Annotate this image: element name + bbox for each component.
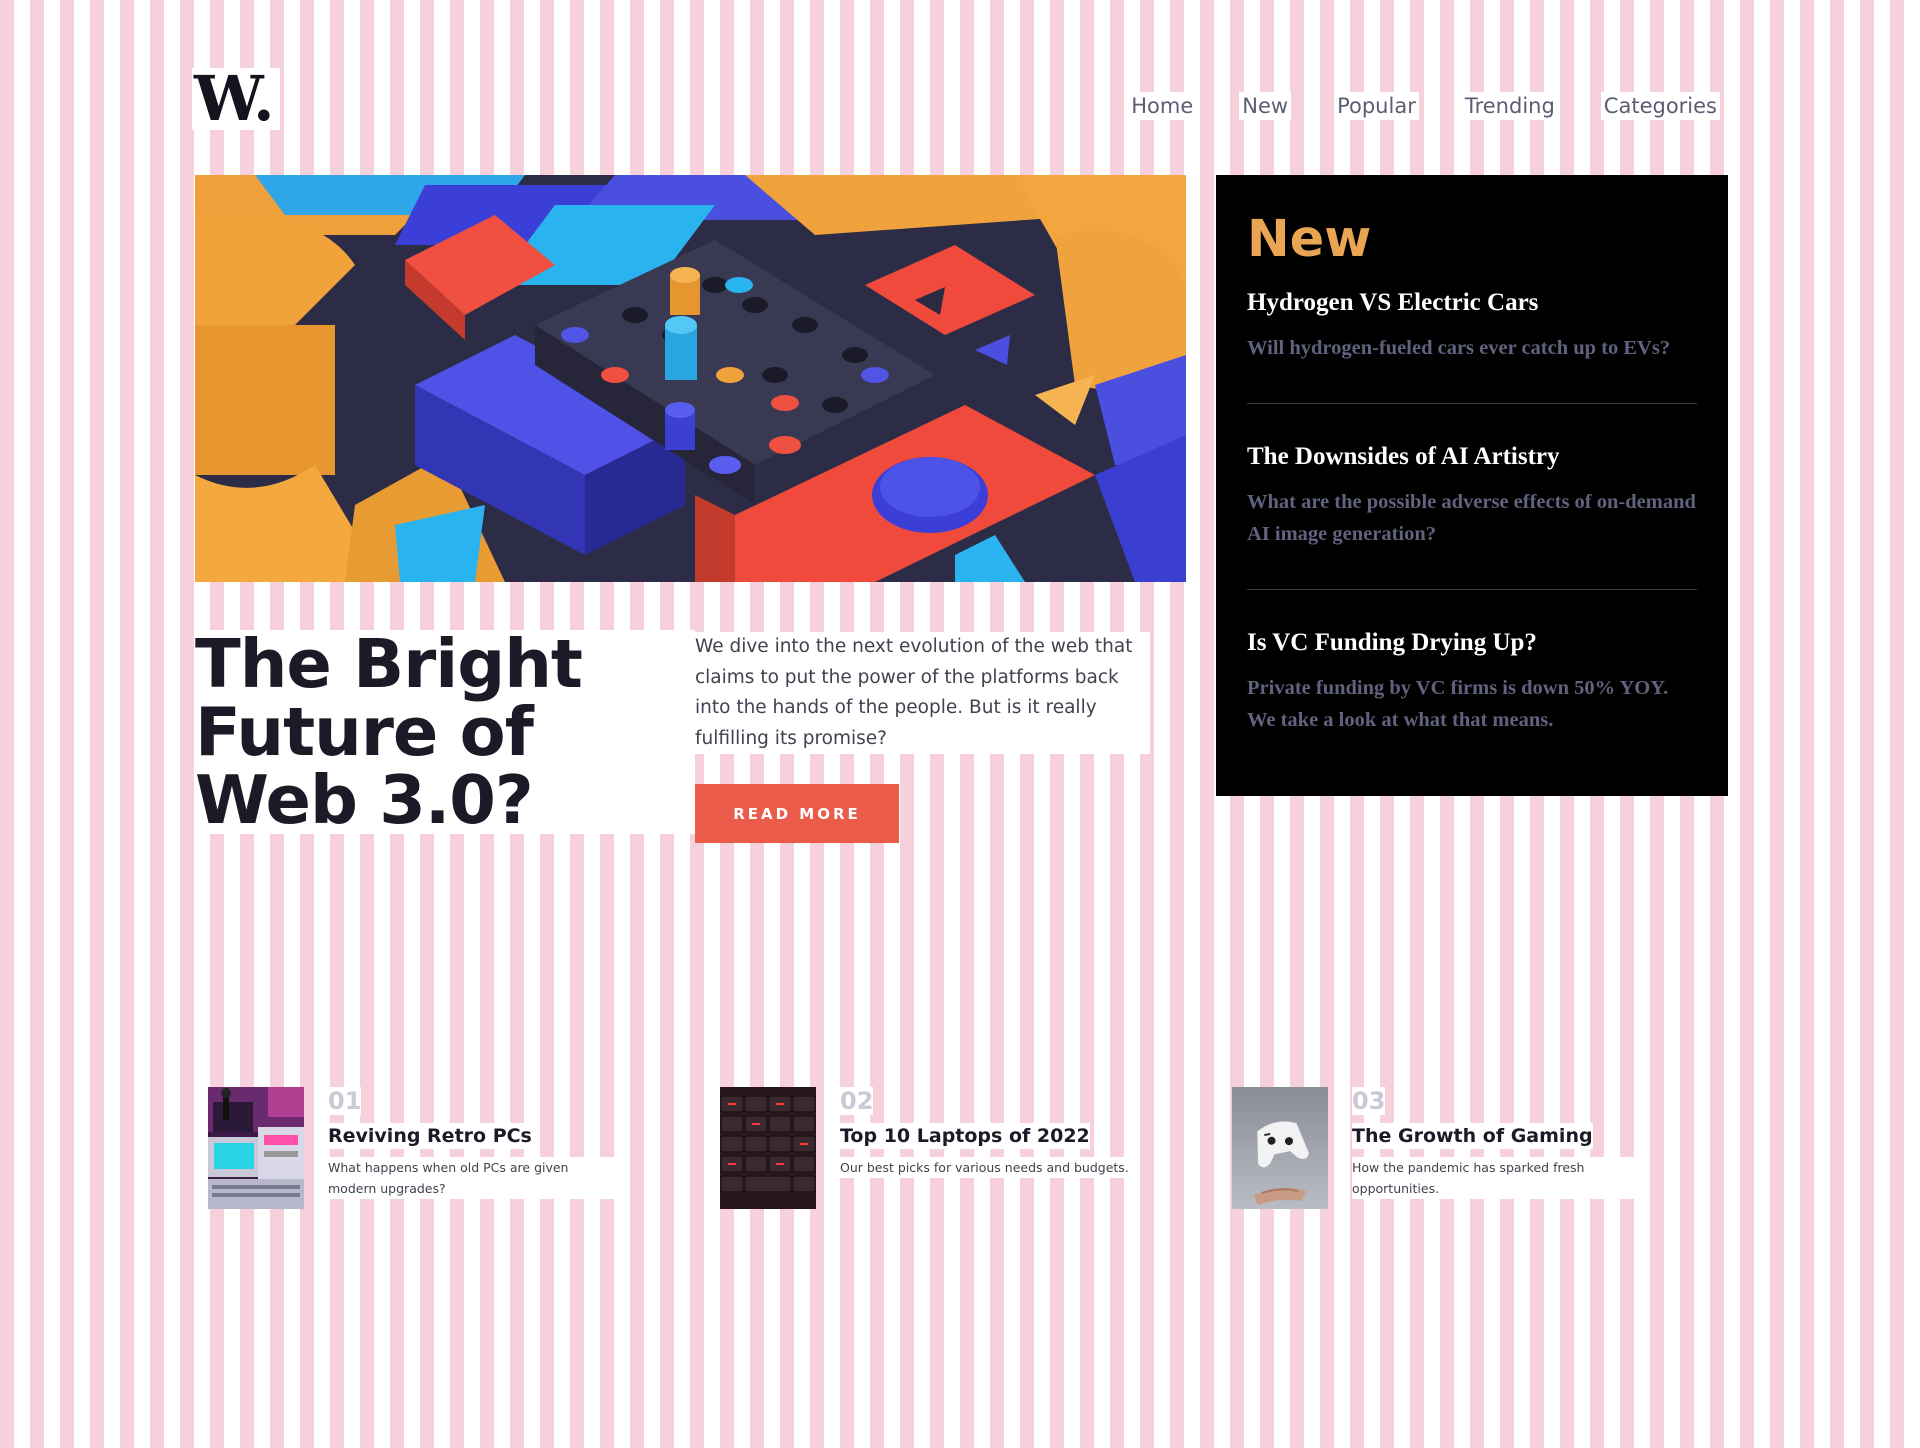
- news-item-title[interactable]: Hydrogen VS Electric Cars: [1247, 288, 1697, 318]
- nav-item-home[interactable]: Home: [1128, 92, 1197, 120]
- read-more-button[interactable]: READ MORE: [695, 784, 899, 843]
- site-logo[interactable]: W.: [192, 68, 280, 130]
- article-card[interactable]: 01 Reviving Retro PCs What happens when …: [208, 1087, 638, 1212]
- card-description: What happens when old PCs are given mode…: [328, 1157, 618, 1199]
- news-item-title[interactable]: Is VC Funding Drying Up?: [1247, 628, 1697, 658]
- nav-item-popular[interactable]: Popular: [1334, 92, 1419, 120]
- site-header: W. Home New Popular Trending Categories: [0, 0, 1920, 175]
- card-title[interactable]: Reviving Retro PCs: [328, 1123, 532, 1149]
- nav-item-categories[interactable]: Categories: [1600, 92, 1720, 120]
- nav-item-new[interactable]: New: [1239, 92, 1292, 120]
- new-panel-heading: New: [1247, 210, 1372, 269]
- card-title[interactable]: Top 10 Laptops of 2022: [840, 1123, 1090, 1149]
- news-item[interactable]: The Downsides of AI Artistry What are th…: [1247, 442, 1697, 591]
- card-thumbnail-retro-pc[interactable]: [208, 1087, 304, 1209]
- hero-image: [195, 175, 1186, 582]
- card-text: 02 Top 10 Laptops of 2022 Our best picks…: [840, 1087, 1140, 1178]
- hero-title: The Bright Future of Web 3.0?: [195, 630, 695, 834]
- news-item-title[interactable]: The Downsides of AI Artistry: [1247, 442, 1697, 472]
- card-number: 02: [840, 1087, 874, 1115]
- main-nav: Home New Popular Trending Categories: [1128, 92, 1720, 120]
- article-card[interactable]: 02 Top 10 Laptops of 2022 Our best picks…: [720, 1087, 1150, 1212]
- article-card[interactable]: 03 The Growth of Gaming How the pandemic…: [1232, 1087, 1662, 1212]
- card-description: Our best picks for various needs and bud…: [840, 1157, 1130, 1178]
- news-item-description: What are the possible adverse effects of…: [1247, 491, 1696, 546]
- news-item[interactable]: Hydrogen VS Electric Cars Will hydrogen-…: [1247, 288, 1697, 405]
- card-description: How the pandemic has sparked fresh oppor…: [1352, 1157, 1642, 1199]
- card-title[interactable]: The Growth of Gaming: [1352, 1123, 1593, 1149]
- new-articles-panel: New Hydrogen VS Electric Cars Will hydro…: [1216, 175, 1728, 796]
- card-thumbnail-gamepad[interactable]: [1232, 1087, 1328, 1209]
- news-item-description: Private funding by VC firms is down 50% …: [1247, 677, 1669, 732]
- news-item[interactable]: Is VC Funding Drying Up? Private funding…: [1247, 628, 1697, 775]
- card-number: 01: [328, 1087, 362, 1115]
- card-text: 03 The Growth of Gaming How the pandemic…: [1352, 1087, 1652, 1199]
- news-item-description: Will hydrogen-fueled cars ever catch up …: [1247, 337, 1671, 360]
- nav-item-trending[interactable]: Trending: [1461, 92, 1558, 120]
- card-thumbnail-laptop[interactable]: [720, 1087, 816, 1209]
- card-text: 01 Reviving Retro PCs What happens when …: [328, 1087, 628, 1199]
- card-number: 03: [1352, 1087, 1386, 1115]
- hero-description: We dive into the next evolution of the w…: [695, 632, 1150, 754]
